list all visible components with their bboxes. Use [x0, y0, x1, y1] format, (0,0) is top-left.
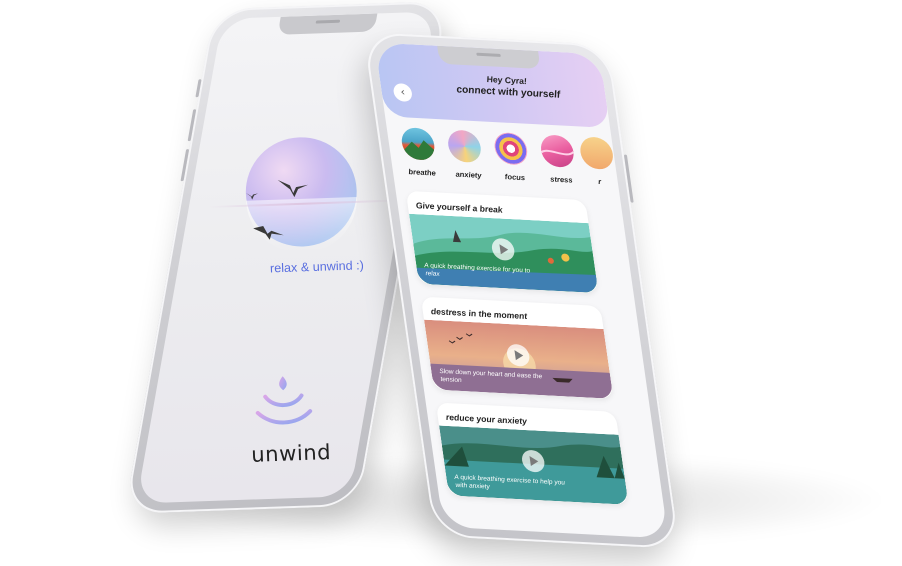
bird-icon: [245, 192, 258, 200]
session-card[interactable]: Give yourself a break A quick breathing …: [405, 190, 599, 294]
stress-icon: [538, 134, 576, 168]
bird-icon: [277, 179, 309, 198]
anxiety-icon: [446, 129, 483, 164]
volume-up-button: [187, 109, 197, 142]
session-card[interactable]: reduce your anxiety A quick breathing ex…: [435, 402, 629, 505]
brand-wordmark: unwind: [250, 440, 332, 467]
mood-label: stress: [549, 174, 574, 185]
mood-label: r: [597, 176, 602, 187]
session-card[interactable]: destress in the moment Slow down your he…: [420, 296, 614, 399]
card-thumbnail: A quick breathing exercise for you to re…: [408, 213, 599, 294]
mood-item-breathe[interactable]: breathe: [393, 127, 446, 178]
lotus-logo-icon: [255, 376, 313, 425]
unwind-logo: unwind: [242, 373, 337, 485]
greeting-block: Hey Cyra! connect with yourself: [419, 71, 597, 103]
mood-item-relax[interactable]: r: [578, 136, 616, 187]
mood-item-stress[interactable]: stress: [532, 134, 585, 185]
card-thumbnail: Slow down your heart and ease the tensio…: [423, 319, 614, 399]
mood-label: focus: [504, 172, 526, 183]
mood-item-anxiety[interactable]: anxiety: [439, 129, 492, 180]
mood-label: anxiety: [454, 169, 483, 180]
relax-icon: [578, 136, 616, 170]
breathe-icon: [399, 127, 437, 161]
bird-icon: [253, 226, 284, 240]
power-button: [623, 154, 634, 203]
phone-notch: [277, 13, 378, 35]
mood-item-focus[interactable]: focus: [485, 131, 538, 183]
card-thumbnail: A quick breathing exercise to help you w…: [439, 425, 629, 505]
volume-down-button: [180, 149, 190, 182]
chevron-left-icon: ‹: [399, 85, 406, 99]
side-button: [195, 79, 202, 98]
mood-label: breathe: [407, 167, 437, 178]
focus-icon: [492, 131, 530, 166]
back-button[interactable]: ‹: [392, 83, 414, 102]
